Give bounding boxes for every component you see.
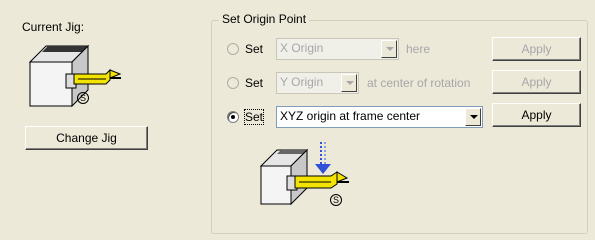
y-origin-suffix: at center of rotation xyxy=(367,76,471,90)
x-origin-combo-value: X Origin xyxy=(280,41,324,55)
change-jig-button[interactable]: Change Jig xyxy=(25,126,148,150)
origin-jig-illustration xyxy=(259,142,349,206)
s-marker-icon: S xyxy=(77,92,89,104)
radio-set-xyz-origin-label: Set xyxy=(243,109,265,125)
xyz-origin-combo[interactable]: XYZ origin at frame center xyxy=(276,106,483,128)
x-origin-suffix: here xyxy=(406,42,431,56)
chevron-down-icon[interactable] xyxy=(341,74,357,92)
x-origin-combo[interactable]: X Origin xyxy=(276,38,399,60)
apply-y-origin-button[interactable]: Apply xyxy=(492,70,581,94)
radio-set-y-origin-label: Set xyxy=(245,76,264,90)
apply-x-origin-button[interactable]: Apply xyxy=(492,37,581,61)
set-origin-title: Set Origin Point xyxy=(219,12,310,26)
radio-set-x-origin[interactable] xyxy=(227,43,239,55)
chevron-down-icon[interactable] xyxy=(465,108,481,126)
y-origin-combo-value: Y Origin xyxy=(280,75,324,89)
s-marker-icon: S xyxy=(330,194,342,206)
chevron-down-icon[interactable] xyxy=(381,40,397,58)
radio-set-y-origin[interactable] xyxy=(227,77,239,89)
current-jig-label: Current Jig: xyxy=(22,20,85,34)
xyz-origin-combo-value: XYZ origin at frame center xyxy=(280,109,421,123)
radio-set-x-origin-label: Set xyxy=(245,42,264,56)
apply-xyz-origin-button[interactable]: Apply xyxy=(492,103,581,127)
radio-set-xyz-origin[interactable] xyxy=(227,111,239,123)
radio-selected-dot xyxy=(231,115,235,119)
y-origin-combo[interactable]: Y Origin xyxy=(276,72,359,94)
